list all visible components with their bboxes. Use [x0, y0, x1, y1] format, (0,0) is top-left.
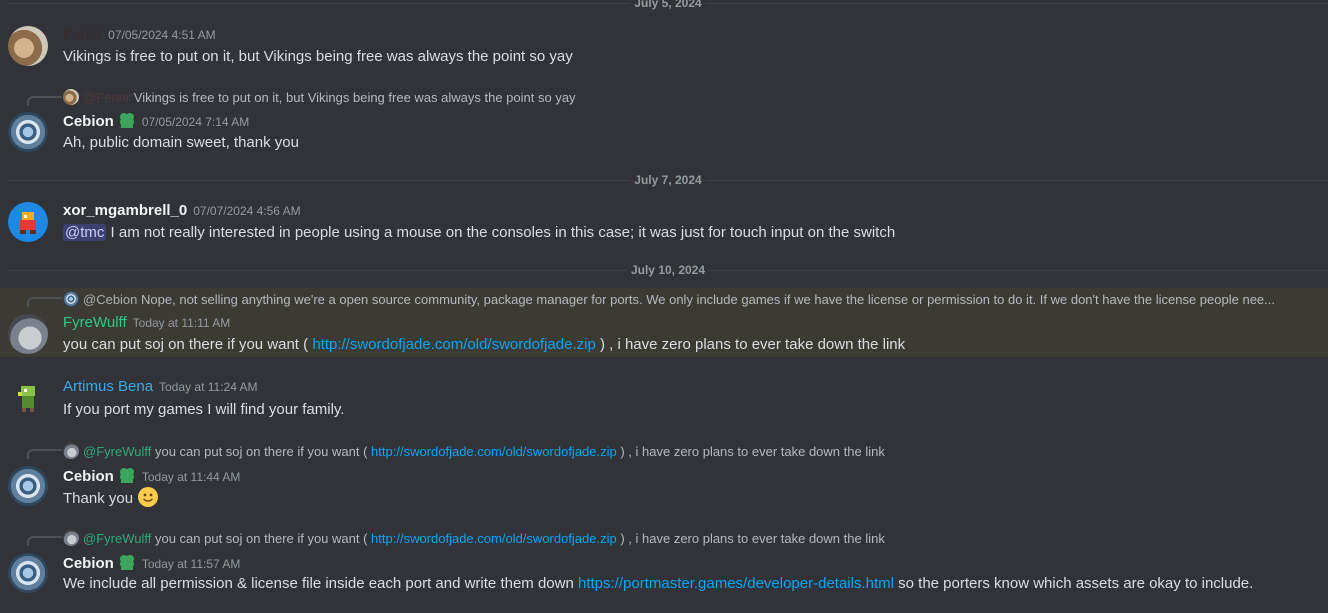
message-text-content: Thank you [63, 490, 138, 507]
reply-text[interactable]: you can put soj on there if you want ( [155, 531, 371, 546]
slight-smile-emoji-icon[interactable] [137, 486, 159, 508]
timestamp: Today at 11:57 AM [141, 557, 241, 571]
pixel-knight-icon [18, 386, 35, 412]
message-text: Ah, public domain sweet, thank you [63, 134, 299, 151]
reply-spine [27, 536, 62, 546]
message-text: @tmc I am not really interested in peopl… [63, 224, 895, 241]
avatar[interactable] [8, 553, 48, 593]
clover-badge-icon [119, 468, 134, 483]
message-link[interactable]: https://portmaster.games/developer-detai… [578, 575, 894, 592]
reply-spine [27, 449, 62, 459]
clover-badge-icon [119, 113, 134, 128]
message-link[interactable]: http://swordofjade.com/old/swordofjade.z… [312, 336, 595, 353]
avatar[interactable] [8, 202, 48, 242]
avatar[interactable] [8, 378, 48, 418]
reply-avatar [63, 443, 79, 459]
message-highlighted[interactable]: @Cebion Nope, not selling anything we're… [0, 288, 1328, 357]
pixel-character-icon [20, 212, 36, 234]
username[interactable]: Cebion [63, 113, 114, 130]
reply-spine [27, 297, 62, 307]
timestamp: 07/05/2024 4:51 AM [108, 28, 216, 42]
clover-badge-icon [119, 555, 134, 570]
date-divider: July 5, 2024 [8, 0, 1328, 13]
message[interactable]: @FyreWulff you can put soj on there if y… [0, 527, 1328, 599]
reply-text[interactable]: Vikings is free to put on it, but Viking… [134, 90, 576, 105]
reply-author[interactable]: @Fenrir [83, 90, 130, 105]
date-divider-label: July 10, 2024 [626, 263, 710, 277]
message-text: Thank you [63, 486, 159, 508]
reply-preview[interactable]: @Cebion Nope, not selling anything we're… [63, 291, 1275, 307]
message-text: We include all permission & license file… [63, 575, 1253, 592]
reply-link[interactable]: http://swordofjade.com/old/swordofjade.z… [371, 531, 617, 546]
timestamp: 07/07/2024 4:56 AM [193, 204, 301, 218]
reply-text[interactable]: you can put soj on there if you want ( [155, 444, 371, 459]
username[interactable]: Cebion [63, 555, 114, 572]
reply-text[interactable]: Nope, not selling anything we're a open … [141, 292, 1275, 307]
message[interactable]: xor_mgambrell_0 07/07/2024 4:56 AM @tmc I… [0, 196, 1328, 252]
message-text-part: We include all permission & license file… [63, 575, 578, 592]
message[interactable]: Artimus Bena Today at 11:24 AM If you por… [0, 370, 1328, 426]
message-text: you can put soj on there if you want ( h… [63, 336, 905, 353]
reply-text[interactable]: ) , i have zero plans to ever take down … [617, 531, 884, 546]
message-text-part: ) , i have zero plans to ever take down … [595, 336, 906, 353]
reply-avatar [63, 291, 79, 307]
username[interactable]: Artimus Bena [63, 378, 153, 395]
username[interactable]: Cebion [63, 468, 114, 485]
message-text-part: so the porters know which assets are oka… [893, 575, 1254, 592]
message[interactable]: @FyreWulff you can put soj on there if y… [0, 440, 1328, 512]
reply-author[interactable]: @FyreWulff [83, 531, 151, 546]
timestamp: Today at 11:24 AM [159, 380, 258, 394]
reply-author[interactable]: @Cebion [83, 292, 137, 307]
message[interactable]: @Fenrir Vikings is free to put on it, bu… [0, 86, 1328, 158]
reply-text[interactable]: ) , i have zero plans to ever take down … [617, 444, 884, 459]
message-text-part: you can put soj on there if you want ( [63, 336, 313, 353]
avatar[interactable] [8, 466, 48, 506]
message-text-content: I am not really interested in people usi… [106, 224, 896, 241]
username[interactable]: xor_mgambrell_0 [63, 202, 187, 219]
reply-preview[interactable]: @FyreWulff you can put soj on there if y… [63, 443, 885, 459]
timestamp: Today at 11:44 AM [141, 470, 241, 484]
timestamp: Today at 11:11 AM [132, 316, 231, 330]
reply-avatar [63, 530, 79, 546]
reply-avatar [63, 89, 79, 105]
message-text: If you port my games I will find your fa… [63, 401, 345, 418]
avatar[interactable] [8, 112, 48, 152]
reply-author[interactable]: @FyreWulff [83, 444, 151, 459]
date-divider-label: July 5, 2024 [630, 0, 706, 10]
message[interactable]: Fenrir 07/05/2024 4:51 AM Vikings is free… [0, 18, 1328, 74]
timestamp: 07/05/2024 7:14 AM [141, 115, 250, 129]
avatar[interactable] [8, 314, 48, 354]
username[interactable]: Fenrir [63, 26, 102, 43]
reply-preview[interactable]: @Fenrir Vikings is free to put on it, bu… [63, 89, 576, 105]
message-text: Vikings is free to put on it, but Viking… [63, 48, 573, 65]
reply-link[interactable]: http://swordofjade.com/old/swordofjade.z… [371, 444, 617, 459]
reply-spine [27, 96, 62, 106]
date-divider-label: July 7, 2024 [630, 173, 706, 187]
username[interactable]: FyreWulff [63, 314, 127, 331]
reply-preview[interactable]: @FyreWulff you can put soj on there if y… [63, 530, 885, 546]
date-divider: July 7, 2024 [8, 170, 1328, 190]
user-mention[interactable]: @tmc [63, 224, 107, 241]
date-divider: July 10, 2024 [8, 260, 1328, 280]
avatar[interactable] [8, 26, 48, 66]
